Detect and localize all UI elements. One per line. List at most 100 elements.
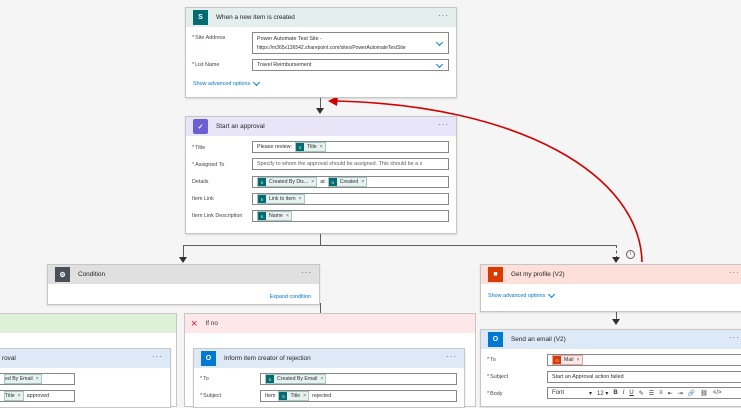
approval-title: Start an approval bbox=[216, 123, 265, 130]
remove-token-icon[interactable]: × bbox=[320, 144, 323, 150]
email-body-toolbar[interactable]: Font ▾ 12 ▾ B I U ✎ ☰ ≡ ⇤ ⇥ 🔗 ⛓ </> bbox=[547, 387, 741, 399]
trigger-title: When a new item is created bbox=[216, 14, 295, 21]
outdent-icon[interactable]: ⇤ bbox=[668, 390, 673, 397]
remove-token-icon[interactable]: × bbox=[311, 179, 314, 185]
if-no-header[interactable]: × If no bbox=[185, 314, 475, 333]
site-address-line1: Power Automate Test Site - bbox=[257, 36, 322, 42]
remove-token-icon[interactable]: × bbox=[577, 357, 580, 363]
approval-partial-header[interactable]: roval ··· bbox=[0, 349, 170, 368]
rich-text-toolbar: Font ▾ 12 ▾ B I U ✎ ☰ ≡ ⇤ ⇥ 🔗 ⛓ </> bbox=[552, 390, 722, 397]
list-name-dropdown[interactable]: Travel Reimbursement bbox=[252, 59, 449, 71]
name-token[interactable]: S Name × bbox=[257, 211, 292, 221]
sharepoint-icon: S bbox=[258, 212, 266, 220]
partial-subject-field[interactable]: Title × approved bbox=[0, 390, 75, 402]
if-yes-branch: roval ··· ed By Email × Title × approved bbox=[0, 313, 177, 408]
if-yes-header bbox=[0, 314, 176, 333]
numbered-list-icon[interactable]: ≡ bbox=[659, 390, 663, 396]
details-token[interactable]: S Created × bbox=[327, 177, 368, 187]
title-token[interactable]: S Title × bbox=[295, 142, 326, 152]
link-icon[interactable]: 🔗 bbox=[688, 390, 695, 397]
inform-rejection-header[interactable]: O Inform item creator of rejection ··· bbox=[194, 349, 464, 368]
show-advanced-options-link[interactable]: Show advanced options bbox=[193, 78, 261, 87]
condition-header[interactable]: ⚙ Condition ··· bbox=[48, 265, 319, 284]
mail-token[interactable]: O Mail × bbox=[552, 355, 583, 365]
inform-rejection-card[interactable]: O Inform item creator of rejection ··· *… bbox=[193, 348, 465, 408]
subject-field[interactable]: Item S Title × rejected bbox=[260, 390, 457, 402]
chevron-down-icon bbox=[253, 78, 261, 87]
email-subject-field[interactable]: Start an Approval action failed bbox=[547, 371, 741, 383]
send-email-header[interactable]: O Send an email (V2) ··· bbox=[481, 330, 741, 349]
email-subject-row: *Subject bbox=[487, 371, 550, 383]
remove-token-icon[interactable]: × bbox=[320, 376, 323, 382]
more-options-button[interactable]: ··· bbox=[301, 269, 312, 277]
assigned-to-input[interactable]: Specify to whom the approval should be a… bbox=[252, 158, 449, 170]
remove-token-icon[interactable]: × bbox=[299, 196, 302, 202]
chevron-down-icon[interactable] bbox=[435, 60, 444, 69]
italic-icon[interactable]: I bbox=[623, 390, 625, 396]
item-link-token[interactable]: S Link to item × bbox=[257, 194, 305, 204]
unlink-icon[interactable]: ⛓ bbox=[700, 390, 708, 397]
email-to-field[interactable]: O Mail × bbox=[547, 354, 741, 366]
sharepoint-icon: S bbox=[266, 375, 274, 383]
approval-card[interactable]: ✓ Start an approval ··· *Title Please re… bbox=[185, 116, 457, 234]
title-token[interactable]: S Title × bbox=[278, 391, 310, 401]
email-token[interactable]: S Created By Email × bbox=[265, 374, 327, 384]
office-icon: ■ bbox=[488, 267, 503, 282]
more-options-button[interactable]: ··· bbox=[446, 353, 457, 361]
send-email-card[interactable]: O Send an email (V2) ··· *To O Mail × *Sub… bbox=[480, 329, 741, 407]
title-token[interactable]: Title × bbox=[4, 391, 24, 401]
show-advanced-options-link[interactable]: Show advanced options bbox=[488, 290, 556, 299]
site-address-row: *Site Address bbox=[192, 32, 255, 44]
sharepoint-icon: S bbox=[296, 143, 305, 151]
more-options-button[interactable]: ··· bbox=[152, 353, 163, 361]
details-at-text: at bbox=[320, 179, 325, 185]
partial-to-field[interactable]: ed By Email × bbox=[0, 373, 75, 385]
more-options-button[interactable]: ··· bbox=[438, 12, 449, 20]
sharepoint-icon: S bbox=[258, 178, 266, 186]
details-row: Details bbox=[192, 176, 255, 188]
item-link-label: Item Link bbox=[192, 196, 214, 202]
condition-card[interactable]: ⚙ Condition ··· Expand condition bbox=[47, 264, 320, 305]
remove-token-icon[interactable]: × bbox=[18, 393, 21, 399]
font-dropdown[interactable]: Font ▾ bbox=[552, 390, 592, 397]
bold-icon[interactable]: B bbox=[613, 390, 617, 396]
arrow-down-icon bbox=[316, 108, 324, 114]
assigned-label: *Assigned To bbox=[192, 162, 225, 168]
expand-condition-link[interactable]: Expand condition bbox=[270, 294, 311, 300]
email-token[interactable]: ed By Email × bbox=[4, 374, 42, 384]
email-body-label: *Body bbox=[487, 391, 503, 397]
highlight-icon[interactable]: ✎ bbox=[639, 390, 644, 397]
remove-token-icon[interactable]: × bbox=[361, 179, 364, 185]
indent-icon[interactable]: ⇥ bbox=[678, 390, 683, 397]
run-after-info-icon[interactable]: i bbox=[626, 250, 635, 259]
arrow-down-icon bbox=[612, 319, 620, 325]
item-link-desc-row: Item Link Description bbox=[192, 210, 255, 222]
title-row: *Title bbox=[192, 142, 255, 154]
site-address-dropdown[interactable]: Power Automate Test Site - https://m365x… bbox=[252, 32, 449, 54]
approval-partial-card[interactable]: roval ··· ed By Email × Title × approved bbox=[0, 348, 171, 408]
site-address-label: *Site Address bbox=[192, 35, 226, 41]
bulleted-list-icon[interactable]: ☰ bbox=[649, 390, 654, 397]
underline-icon[interactable]: U bbox=[629, 390, 633, 396]
get-profile-header[interactable]: ■ Get my profile (V2) ··· bbox=[481, 265, 741, 284]
item-link-desc-field[interactable]: S Name × bbox=[252, 210, 449, 222]
chevron-down-icon bbox=[548, 290, 556, 299]
remove-token-icon[interactable]: × bbox=[36, 376, 39, 382]
approval-header[interactable]: ✓ Start an approval ··· bbox=[186, 117, 456, 136]
more-options-button[interactable]: ··· bbox=[729, 269, 740, 277]
item-link-field[interactable]: S Link to item × bbox=[252, 193, 449, 205]
title-field[interactable]: Please review: S Title × bbox=[252, 141, 449, 153]
to-field[interactable]: S Created By Email × bbox=[260, 373, 457, 385]
more-options-button[interactable]: ··· bbox=[438, 121, 449, 129]
details-token[interactable]: S Created By Dis... × bbox=[257, 177, 318, 187]
remove-token-icon[interactable]: × bbox=[303, 393, 306, 399]
more-options-button[interactable]: ··· bbox=[729, 334, 740, 342]
details-field[interactable]: S Created By Dis... × at S Created × bbox=[252, 176, 449, 188]
code-view-icon[interactable]: </> bbox=[713, 390, 722, 396]
trigger-header[interactable]: S When a new item is created ··· bbox=[186, 8, 456, 27]
font-size-dropdown[interactable]: 12 ▾ bbox=[597, 390, 608, 397]
office-icon: O bbox=[553, 356, 561, 364]
trigger-card[interactable]: S When a new item is created ··· *Site A… bbox=[185, 7, 457, 98]
get-profile-card[interactable]: ■ Get my profile (V2) ··· Show advanced … bbox=[480, 264, 741, 312]
remove-token-icon[interactable]: × bbox=[286, 213, 289, 219]
